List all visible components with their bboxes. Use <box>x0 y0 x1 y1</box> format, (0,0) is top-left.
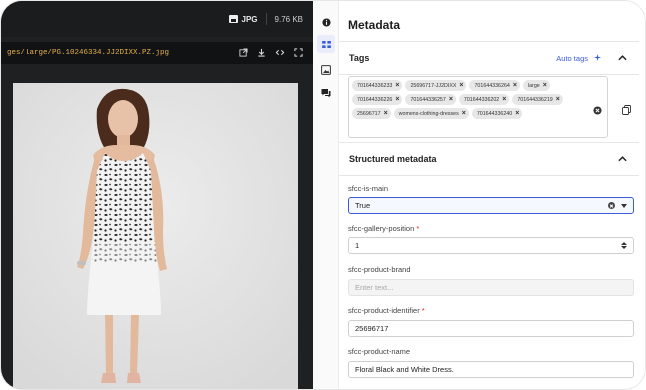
image-file-icon <box>228 15 238 23</box>
remove-tag-icon[interactable]: × <box>462 110 466 117</box>
side-icon-rail <box>313 1 339 389</box>
chevron-up-icon[interactable] <box>615 152 629 166</box>
field-label-text: sfcc-product-name <box>348 347 411 356</box>
field-label-text: sfcc-gallery-position <box>348 224 415 233</box>
tags-section-title: Tags <box>349 53 370 63</box>
required-marker: * <box>416 224 420 233</box>
auto-tags-button[interactable]: Auto tags <box>556 54 588 63</box>
select-value: True <box>355 201 371 210</box>
code-icon[interactable] <box>275 48 285 59</box>
tag-label: womens-clothing-dresses <box>398 110 459 117</box>
field-label-text: sfcc-is-main <box>348 184 389 193</box>
tag-chip: 701644336219 × <box>512 94 563 105</box>
is-main-select[interactable]: True <box>348 197 634 214</box>
tag-label: large <box>527 82 540 89</box>
gallery-position-stepper[interactable]: 1 <box>348 237 634 254</box>
tag-chip: 701644336226 × <box>352 94 403 105</box>
required-marker: * <box>421 306 425 315</box>
tag-chip: large × <box>522 80 550 91</box>
tag-label: 701644336257 <box>410 96 446 103</box>
remove-tag-icon[interactable]: × <box>513 82 517 89</box>
input-value: Floral Black and White Dress. <box>355 365 454 374</box>
field-label-text: sfcc-product-brand <box>348 265 411 274</box>
toolbar-divider <box>265 13 267 25</box>
structured-metadata-header[interactable]: Structured metadata <box>339 142 639 176</box>
viewer-toolbar: JPG 9.76 KB <box>1 1 313 37</box>
download-icon[interactable] <box>257 48 266 59</box>
clear-icon[interactable] <box>608 202 615 209</box>
product-name-field[interactable]: Floral Black and White Dress. <box>348 361 634 378</box>
tag-label: 25696717-JJ2DIXX <box>410 82 457 89</box>
tag-chip: 701644336240 × <box>471 108 523 119</box>
file-path: ges/large/PG.10246334.JJ2DIXX.PZ.jpg <box>7 49 170 57</box>
chevron-up-icon[interactable] <box>615 51 629 65</box>
tags-input[interactable]: 701644336233 × 25696717-JJ2DIXX × 70164433… <box>348 76 608 138</box>
tags-section-header[interactable]: Tags Auto tags <box>339 41 639 75</box>
remove-tag-icon[interactable]: × <box>459 82 463 89</box>
structured-metadata-title: Structured metadata <box>349 154 437 164</box>
path-tools <box>239 47 303 59</box>
tag-label: 25696717 <box>357 110 381 117</box>
file-path-bar: ges/large/PG.10246334.JJ2DIXX.PZ.jpg <box>1 42 313 64</box>
field-label: sfcc-product-identifier * <box>348 306 425 315</box>
tag-chip: 701644336264 × <box>469 80 520 91</box>
tag-chip: 25696717-JJ2DIXX × <box>405 80 467 91</box>
tag-chip: 701644336257 × <box>405 94 456 105</box>
field-label: sfcc-is-main <box>348 184 388 193</box>
remove-tag-icon[interactable]: × <box>395 96 399 103</box>
tag-chip: 701644336202 × <box>458 94 510 105</box>
model-photo <box>13 83 298 389</box>
panel-title: Metadata <box>348 18 401 32</box>
field-label: sfcc-product-brand <box>348 265 411 274</box>
copy-icon[interactable] <box>622 102 632 115</box>
stepper-icon[interactable] <box>621 242 627 249</box>
file-size: 9.76 KB <box>274 14 303 24</box>
remove-tag-icon[interactable]: × <box>449 96 453 103</box>
remove-tag-icon[interactable]: × <box>543 82 547 89</box>
remove-tag-icon[interactable]: × <box>515 110 519 117</box>
remove-tag-icon[interactable]: × <box>395 82 399 89</box>
chevron-down-icon[interactable] <box>621 203 627 208</box>
tag-label: 701644336264 <box>474 82 510 89</box>
input-value: 25696717 <box>355 324 389 333</box>
tag-label: 701644336233 <box>357 82 393 89</box>
field-label: sfcc-gallery-position * <box>348 224 419 233</box>
tag-label: 701644336226 <box>357 96 393 103</box>
external-link-icon[interactable] <box>239 47 248 59</box>
format-badge: JPG <box>228 14 258 24</box>
remove-tag-icon[interactable]: × <box>502 96 506 103</box>
input-value: 1 <box>355 241 360 250</box>
product-image <box>13 83 298 389</box>
remove-tag-icon[interactable]: × <box>556 96 560 103</box>
auto-tags-control: Auto tags <box>556 51 629 65</box>
tag-chip: 25696717 × <box>352 108 391 119</box>
tag-label: 701644336240 <box>476 110 513 117</box>
image-viewer: JPG 9.76 KB ges/large/PG.10246334.JJ2DIX… <box>1 1 313 389</box>
tag-chip: 701644336233 × <box>352 80 403 91</box>
app-window: JPG 9.76 KB ges/large/PG.10246334.JJ2DIX… <box>0 0 646 390</box>
product-identifier-field[interactable]: 25696717 <box>348 320 634 337</box>
select-controls <box>608 202 627 209</box>
tag-chip: womens-clothing-dresses × <box>393 108 469 119</box>
metadata-panel: Metadata Tags Auto tags 701644336233 × 25… <box>339 1 645 389</box>
expand-icon[interactable] <box>294 47 303 59</box>
tag-label: 701644336202 <box>463 96 500 103</box>
field-label-text: sfcc-product-identifier <box>348 306 420 315</box>
comments-icon[interactable] <box>317 84 335 102</box>
format-label: JPG <box>241 14 258 24</box>
info-icon[interactable] <box>317 13 335 31</box>
grid-icon[interactable] <box>317 35 335 53</box>
field-label: sfcc-product-name <box>348 347 410 356</box>
product-brand-field[interactable]: Enter text... <box>348 279 634 296</box>
tag-label: 701644336219 <box>517 96 553 103</box>
clear-tags-icon[interactable] <box>593 102 602 115</box>
remove-tag-icon[interactable]: × <box>384 110 388 117</box>
input-placeholder: Enter text... <box>355 283 394 292</box>
image-icon[interactable] <box>317 61 335 79</box>
sparkle-icon[interactable] <box>594 53 601 63</box>
